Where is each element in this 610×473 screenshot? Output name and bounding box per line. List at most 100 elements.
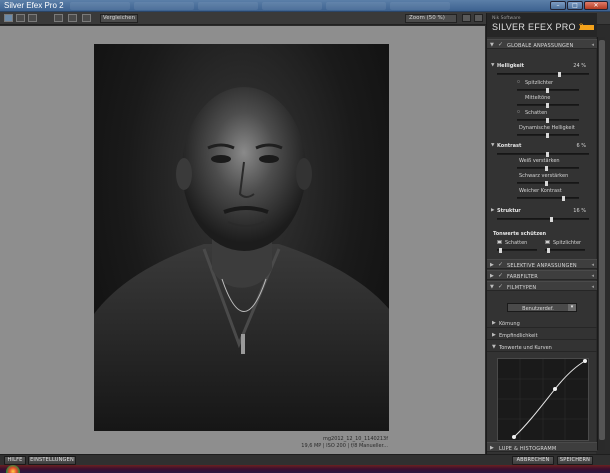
reset-icon[interactable]: ◂: [591, 262, 594, 268]
highlights-label: Spitzlichter: [525, 80, 554, 86]
cancel-button[interactable]: ABBRECHEN: [512, 456, 554, 465]
photo-metadata: 19,6 MP | ISO 200 | f/8 Manueller...: [301, 443, 388, 449]
os-taskbar: [0, 465, 610, 473]
preview-single-icon[interactable]: [54, 14, 63, 22]
contrast-slider[interactable]: [497, 152, 589, 157]
expand-arrow-icon[interactable]: ▶: [492, 332, 496, 338]
grain-subsection[interactable]: ▶ Körnung: [487, 318, 597, 328]
protect-highlights-slider[interactable]: [545, 248, 585, 253]
split-view-icon[interactable]: [16, 14, 25, 22]
save-button[interactable]: SPEICHERN: [557, 456, 593, 465]
preview-dual-icon[interactable]: [82, 14, 91, 22]
dynamic-brightness-slider[interactable]: [517, 133, 579, 138]
collapse-arrow-icon[interactable]: ▼: [490, 284, 494, 290]
minimize-icon[interactable]: –: [550, 1, 566, 10]
levels-curves-subsection[interactable]: ▼ Tonwerte und Kurven: [487, 342, 597, 352]
portrait-image: [94, 87, 389, 431]
protect-shadows-label: Schatten: [505, 240, 528, 246]
shadows-label: Schatten: [525, 110, 548, 116]
brand-company: Nik Software: [492, 16, 521, 21]
brightness-slider[interactable]: [497, 72, 589, 77]
curve-point-white[interactable]: [583, 359, 587, 363]
sensitivity-subsection[interactable]: ▶ Empfindlichkeit: [487, 330, 597, 340]
help-button[interactable]: HILFE: [4, 456, 26, 465]
enable-check-icon[interactable]: ✓: [498, 283, 503, 290]
title-bar: Silver Efex Pro 2 – □ ✕: [0, 0, 610, 12]
reset-icon[interactable]: ◂: [591, 284, 594, 290]
section-color-filter[interactable]: ▶ ✓ FARBFILTER ◂: [487, 270, 597, 280]
enable-check-icon[interactable]: ✓: [498, 272, 503, 279]
brightness-value: 24 %: [573, 63, 586, 69]
photo-filename: mg2012_12_10_1140213f: [322, 436, 388, 442]
zoom-dropdown[interactable]: Zoom (50 %): [405, 14, 457, 23]
section-global-adjustments[interactable]: ▼ ✓ GLOBALE ANPASSUNGEN ◂: [487, 39, 597, 49]
amplify-whites-slider[interactable]: [517, 166, 579, 171]
side-by-side-icon[interactable]: [28, 14, 37, 22]
enable-check-icon[interactable]: ✓: [498, 261, 503, 268]
tone-curve-graph: [498, 359, 588, 440]
amplify-blacks-slider[interactable]: [517, 181, 579, 186]
scrollbar-thumb[interactable]: [599, 40, 605, 440]
structure-value: 16 %: [573, 208, 586, 214]
loupe-icon[interactable]: [462, 14, 471, 22]
shadows-slider[interactable]: [517, 118, 579, 123]
preview-split-icon[interactable]: [68, 14, 77, 22]
section-selective-adjustments[interactable]: ▶ ✓ SELEKTIVE ANPASSUNGEN ◂: [487, 259, 597, 269]
expand-arrow-icon[interactable]: ▶: [490, 445, 494, 451]
protect-shadows-slider[interactable]: [497, 248, 537, 253]
image-canvas[interactable]: mg2012_12_10_1140213f 19,6 MP | ISO 200 …: [0, 26, 485, 454]
curve-point-black[interactable]: [512, 435, 516, 439]
contrast-value: 6 %: [576, 143, 586, 149]
adjustments-panel: Nik Software SILVER EFEX PRO 2 ▼ ✓ GLOBA…: [486, 13, 597, 454]
expand-arrow-icon[interactable]: ▶: [490, 262, 494, 268]
window-controls: – □ ✕: [550, 1, 608, 10]
tone-curve-editor[interactable]: [497, 358, 589, 441]
expand-arrow-icon[interactable]: ▶: [490, 273, 494, 279]
shadows-protect-icon[interactable]: [497, 240, 502, 244]
brand-accent: [580, 25, 594, 30]
curve-point-mid[interactable]: [553, 387, 557, 391]
protect-highlights-label: Spitzlichter: [553, 240, 582, 246]
contrast-expand-icon[interactable]: ▼: [491, 143, 494, 148]
brightness-label: Helligkeit: [497, 63, 524, 69]
midtones-slider[interactable]: [517, 103, 579, 108]
enable-check-icon[interactable]: ✓: [498, 41, 503, 48]
close-icon[interactable]: ✕: [584, 1, 608, 10]
brand-header: Nik Software SILVER EFEX PRO 2: [487, 13, 597, 37]
structure-expand-icon[interactable]: ▶: [491, 208, 494, 213]
collapse-arrow-icon[interactable]: ▼: [492, 344, 496, 350]
soft-contrast-label: Weicher Kontrast: [519, 188, 562, 194]
film-type-dropdown[interactable]: Benutzerdef. ▾: [507, 303, 577, 312]
single-view-icon[interactable]: [4, 14, 13, 22]
midtones-label: Mitteltöne: [525, 95, 551, 101]
highlights-dot-icon[interactable]: [517, 80, 520, 83]
background-toggle-icon[interactable]: [474, 14, 483, 22]
brand-product: SILVER EFEX PRO 2: [492, 22, 584, 32]
structure-slider[interactable]: [497, 217, 589, 222]
shadows-dot-icon[interactable]: [517, 110, 520, 113]
tone-protection-label: Tonwerte schützen: [493, 231, 547, 237]
settings-button[interactable]: EINSTELLUNGEN: [28, 456, 76, 465]
background-taskbar-tabs: [70, 2, 450, 10]
photo-preview[interactable]: [94, 44, 389, 431]
compare-button[interactable]: Vergleichen: [100, 14, 138, 23]
reset-icon[interactable]: ◂: [591, 273, 594, 279]
chevron-down-icon[interactable]: ▾: [568, 304, 576, 311]
reset-icon[interactable]: ◂: [591, 42, 594, 48]
structure-label: Struktur: [497, 208, 521, 214]
highlights-protect-icon[interactable]: [545, 240, 550, 244]
start-menu-icon[interactable]: [6, 465, 20, 473]
soft-contrast-slider[interactable]: [517, 196, 579, 201]
amplify-blacks-label: Schwarz verstärken: [519, 173, 569, 179]
amplify-whites-label: Weiß verstärken: [519, 158, 560, 164]
collapse-arrow-icon[interactable]: ▼: [490, 42, 494, 48]
section-film-types[interactable]: ▼ ✓ FILMTYPEN ◂: [487, 281, 597, 291]
maximize-icon[interactable]: □: [567, 1, 583, 10]
brightness-expand-icon[interactable]: ▼: [491, 63, 494, 68]
contrast-label: Kontrast: [497, 143, 522, 149]
expand-arrow-icon[interactable]: ▶: [492, 320, 496, 326]
panel-scrollbar[interactable]: [597, 37, 605, 450]
highlights-slider[interactable]: [517, 88, 579, 93]
window-title: Silver Efex Pro 2: [4, 1, 64, 10]
section-loupe-histogram[interactable]: ▶ LUPE & HISTOGRAMM: [487, 442, 597, 452]
